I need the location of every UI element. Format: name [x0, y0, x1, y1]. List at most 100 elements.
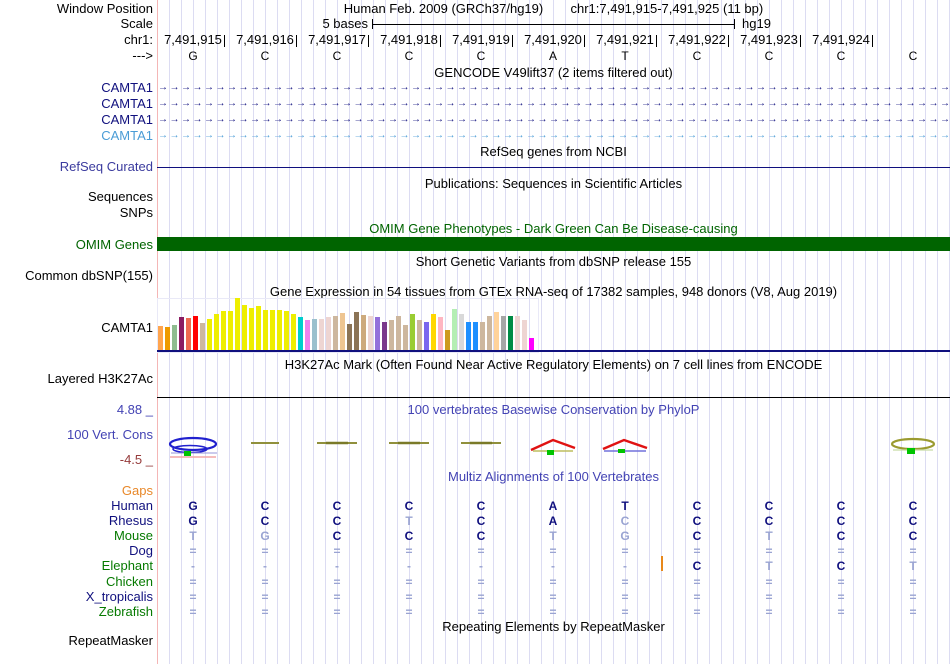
gtex-gene-label[interactable]: CAMTA1	[0, 321, 153, 335]
gene-label-camta1[interactable]: CAMTA1	[0, 81, 153, 95]
gtex-expression-bar[interactable]	[473, 322, 478, 350]
layered-h3k27ac-label[interactable]: Layered H3K27Ac	[0, 372, 153, 386]
gene-label-camta1[interactable]: CAMTA1	[0, 129, 153, 143]
gtex-expression-bar[interactable]	[207, 319, 212, 350]
gtex-expression-bar[interactable]	[326, 317, 331, 350]
gtex-expression-bar[interactable]	[480, 322, 485, 350]
refseq-curated-label[interactable]: RefSeq Curated	[0, 160, 153, 174]
gtex-expression-bar[interactable]	[200, 323, 205, 350]
conservation-mark-red_peak_blue	[602, 436, 648, 458]
species-label-elephant[interactable]: Elephant	[0, 559, 153, 573]
gtex-expression-bar[interactable]	[221, 311, 226, 350]
omim-genes-label[interactable]: OMIM Genes	[0, 238, 153, 252]
gtex-expression-bar[interactable]	[291, 314, 296, 350]
species-label-zebrafish[interactable]: Zebrafish	[0, 605, 153, 619]
gtex-expression-bar[interactable]	[431, 314, 436, 350]
gtex-expression-bar[interactable]	[256, 306, 261, 350]
gtex-expression-bar[interactable]	[193, 316, 198, 350]
gtex-expression-bar[interactable]	[270, 310, 275, 350]
gtex-expression-bar[interactable]	[277, 310, 282, 350]
gtex-expression-bar[interactable]	[466, 322, 471, 350]
gene-label-camta1[interactable]: CAMTA1	[0, 97, 153, 111]
repeatmasker-label[interactable]: RepeatMasker	[0, 634, 153, 648]
transcript-arrow-line[interactable]: →→→→→→→→→→→→→→→→→→→→→→→→→→→→→→→→→→→→→→→→…	[158, 113, 948, 127]
alignment-base: C	[476, 529, 486, 543]
reference-base: G	[188, 49, 198, 63]
h3k27ac-baseline	[157, 397, 950, 398]
gtex-expression-bar[interactable]	[459, 314, 464, 350]
gtex-expression-bar[interactable]	[424, 322, 429, 350]
species-label-mouse[interactable]: Mouse	[0, 529, 153, 543]
omim-gene-bar[interactable]	[157, 237, 950, 251]
scale-value: 5 bases	[322, 16, 368, 31]
gtex-expression-bar[interactable]	[242, 305, 247, 350]
gtex-expression-bar[interactable]	[347, 324, 352, 350]
gtex-expression-bar[interactable]	[403, 325, 408, 350]
common-dbsnp-label[interactable]: Common dbSNP(155)	[0, 269, 153, 283]
refseq-gene-line[interactable]	[157, 167, 950, 168]
gtex-expression-bar[interactable]	[340, 313, 345, 350]
alignment-base: =	[909, 575, 917, 589]
vert-cons-label[interactable]: 100 Vert. Cons	[0, 428, 153, 442]
genome-browser-image[interactable]: Window Position Human Feb. 2009 (GRCh37/…	[0, 0, 950, 664]
transcript-arrow-line[interactable]: →→→→→→→→→→→→→→→→→→→→→→→→→→→→→→→→→→→→→→→→…	[158, 97, 948, 111]
gtex-expression-bar[interactable]	[389, 320, 394, 350]
gtex-expression-bar[interactable]	[396, 316, 401, 350]
gtex-expression-bar[interactable]	[172, 325, 177, 350]
snps-label[interactable]: SNPs	[0, 206, 153, 220]
gtex-expression-bar[interactable]	[319, 319, 324, 350]
gtex-expression-bar[interactable]	[263, 310, 268, 350]
gtex-expression-bar[interactable]	[522, 320, 527, 350]
gtex-expression-bar[interactable]	[438, 317, 443, 350]
alignment-base: =	[477, 605, 485, 619]
gtex-expression-bar[interactable]	[445, 330, 450, 350]
gtex-expression-bar[interactable]	[158, 326, 163, 350]
alignment-base: A	[548, 514, 558, 528]
sequences-label[interactable]: Sequences	[0, 190, 153, 204]
species-label-x_tropicalis[interactable]: X_tropicalis	[0, 590, 153, 604]
gtex-expression-bar[interactable]	[305, 320, 310, 350]
species-label-rhesus[interactable]: Rhesus	[0, 514, 153, 528]
gtex-expression-bar[interactable]	[284, 311, 289, 350]
gtex-expression-bar[interactable]	[354, 312, 359, 350]
transcript-arrow-line[interactable]: →→→→→→→→→→→→→→→→→→→→→→→→→→→→→→→→→→→→→→→→…	[158, 81, 948, 95]
gtex-expression-bar[interactable]	[165, 327, 170, 350]
gtex-expression-bar[interactable]	[214, 314, 219, 350]
gtex-expression-bar[interactable]	[179, 317, 184, 350]
coordinate-label: 7,491,922	[668, 32, 726, 47]
gtex-expression-bar[interactable]	[529, 338, 534, 350]
gtex-expression-bar[interactable]	[382, 322, 387, 350]
gene-label-camta1[interactable]: CAMTA1	[0, 113, 153, 127]
gtex-expression-bar[interactable]	[312, 319, 317, 350]
gtex-expression-bar[interactable]	[452, 309, 457, 350]
genome-build-label: hg19	[742, 16, 771, 31]
species-label-human[interactable]: Human	[0, 499, 153, 513]
gtex-expression-bar[interactable]	[361, 315, 366, 350]
alignment-base: =	[477, 575, 485, 589]
gtex-expression-bar[interactable]	[501, 316, 506, 350]
gtex-expression-bar[interactable]	[368, 316, 373, 350]
gaps-label[interactable]: Gaps	[0, 484, 153, 498]
alignment-base: =	[621, 575, 629, 589]
species-label-chicken[interactable]: Chicken	[0, 575, 153, 589]
gtex-expression-bar[interactable]	[235, 298, 240, 350]
gtex-expression-bar[interactable]	[249, 308, 254, 350]
gtex-expression-bar[interactable]	[186, 318, 191, 350]
gtex-expression-bar[interactable]	[410, 314, 415, 350]
gtex-expression-bar[interactable]	[228, 311, 233, 350]
gtex-expression-bar[interactable]	[515, 316, 520, 350]
gtex-bar-chart[interactable]	[158, 298, 538, 350]
gtex-expression-bar[interactable]	[333, 316, 338, 350]
gtex-expression-bar[interactable]	[298, 317, 303, 350]
alignment-base: C	[260, 514, 270, 528]
alignment-base: =	[261, 590, 269, 604]
gtex-expression-bar[interactable]	[508, 316, 513, 350]
gtex-expression-bar[interactable]	[417, 320, 422, 350]
strand-direction-label: --->	[132, 48, 153, 63]
gtex-expression-bar[interactable]	[494, 312, 499, 350]
transcript-arrow-line[interactable]: →→→→→→→→→→→→→→→→→→→→→→→→→→→→→→→→→→→→→→→→…	[158, 129, 948, 143]
gtex-expression-bar[interactable]	[375, 317, 380, 350]
alignment-base: C	[332, 514, 342, 528]
gtex-expression-bar[interactable]	[487, 316, 492, 350]
species-label-dog[interactable]: Dog	[0, 544, 153, 558]
